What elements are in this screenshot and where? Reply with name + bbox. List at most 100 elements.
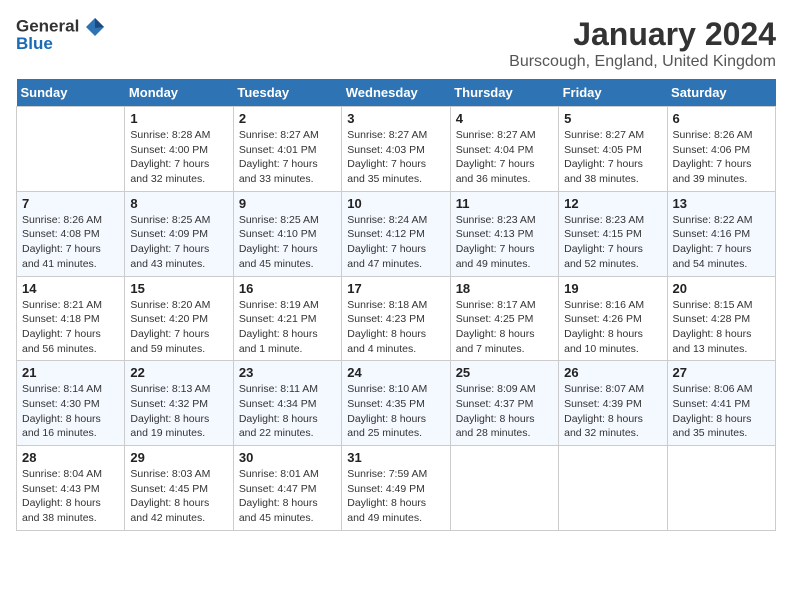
calendar-cell: 24 Sunrise: 8:10 AMSunset: 4:35 PMDayligh… [342,361,450,446]
day-number: 18 [456,281,553,296]
day-number: 22 [130,365,227,380]
day-number: 14 [22,281,119,296]
calendar-cell: 5Sunrise: 8:27 AMSunset: 4:05 PMDaylight… [559,107,667,192]
day-number: 2 [239,111,336,126]
day-number: 30 [239,450,336,465]
calendar-cell: 7 Sunrise: 8:26 AMSunset: 4:08 PMDaylight… [17,191,125,276]
day-detail: Sunrise: 8:18 AMSunset: 4:23 PMDaylight:… [347,298,444,357]
calendar-cell: 6 Sunrise: 8:26 AMSunset: 4:06 PMDaylight… [667,107,775,192]
calendar-cell: 27Sunrise: 8:06 AMSunset: 4:41 PMDayligh… [667,361,775,446]
day-number: 7 [22,196,119,211]
day-number: 16 [239,281,336,296]
day-detail: Sunrise: 8:13 AMSunset: 4:32 PMDaylight:… [130,382,227,441]
day-detail: Sunrise: 8:09 AMSunset: 4:37 PMDaylight:… [456,382,553,441]
day-detail: Sunrise: 8:26 AMSunset: 4:08 PMDaylight:… [22,213,119,272]
day-detail: Sunrise: 8:22 AMSunset: 4:16 PMDaylight:… [673,213,770,272]
day-detail: Sunrise: 8:15 AMSunset: 4:28 PMDaylight:… [673,298,770,357]
calendar-cell: 29 Sunrise: 8:03 AMSunset: 4:45 PMDayligh… [125,446,233,531]
day-detail: Sunrise: 8:17 AMSunset: 4:25 PMDaylight:… [456,298,553,357]
calendar-cell: 18 Sunrise: 8:17 AMSunset: 4:25 PMDayligh… [450,276,558,361]
day-number: 15 [130,281,227,296]
logo-blue [79,16,106,35]
location-title: Burscough, England, United Kingdom [509,53,776,71]
day-detail: Sunrise: 8:04 AMSunset: 4:43 PMDaylight:… [22,467,119,526]
day-number: 21 [22,365,119,380]
day-detail: Sunrise: 8:28 AMSunset: 4:00 PMDaylight:… [130,128,227,187]
day-detail: Sunrise: 8:06 AMSunset: 4:41 PMDaylight:… [673,382,770,441]
calendar-table: SundayMondayTuesdayWednesdayThursdayFrid… [16,79,776,531]
calendar-cell: 22 Sunrise: 8:13 AMSunset: 4:32 PMDayligh… [125,361,233,446]
weekday-header-tuesday: Tuesday [233,79,341,107]
day-number: 31 [347,450,444,465]
day-number: 9 [239,196,336,211]
calendar-cell: 3Sunrise: 8:27 AMSunset: 4:03 PMDaylight… [342,107,450,192]
day-detail: Sunrise: 8:27 AMSunset: 4:01 PMDaylight:… [239,128,336,187]
weekday-header-monday: Monday [125,79,233,107]
day-detail: Sunrise: 8:23 AMSunset: 4:13 PMDaylight:… [456,213,553,272]
day-detail: Sunrise: 8:26 AMSunset: 4:06 PMDaylight:… [673,128,770,187]
calendar-cell: 30 Sunrise: 8:01 AMSunset: 4:47 PMDayligh… [233,446,341,531]
calendar-cell: 4Sunrise: 8:27 AMSunset: 4:04 PMDaylight… [450,107,558,192]
weekday-header-sunday: Sunday [17,79,125,107]
calendar-week-row: 7 Sunrise: 8:26 AMSunset: 4:08 PMDaylight… [17,191,776,276]
day-number: 24 [347,365,444,380]
day-number: 8 [130,196,227,211]
day-detail: Sunrise: 8:10 AMSunset: 4:35 PMDaylight:… [347,382,444,441]
day-number: 19 [564,281,661,296]
day-number: 28 [22,450,119,465]
calendar-cell: 11 Sunrise: 8:23 AMSunset: 4:13 PMDayligh… [450,191,558,276]
calendar-cell: 20 Sunrise: 8:15 AMSunset: 4:28 PMDayligh… [667,276,775,361]
day-detail: Sunrise: 8:24 AMSunset: 4:12 PMDaylight:… [347,213,444,272]
day-number: 20 [673,281,770,296]
calendar-cell: 16 Sunrise: 8:19 AMSunset: 4:21 PMDayligh… [233,276,341,361]
day-detail: Sunrise: 8:01 AMSunset: 4:47 PMDaylight:… [239,467,336,526]
calendar-cell: 15 Sunrise: 8:20 AMSunset: 4:20 PMDayligh… [125,276,233,361]
month-title: January 2024 [509,16,776,53]
calendar-cell: 31 Sunrise: 7:59 AMSunset: 4:49 PMDayligh… [342,446,450,531]
calendar-cell: 10 Sunrise: 8:24 AMSunset: 4:12 PMDayligh… [342,191,450,276]
calendar-cell: 19 Sunrise: 8:16 AMSunset: 4:26 PMDayligh… [559,276,667,361]
calendar-cell: 13 Sunrise: 8:22 AMSunset: 4:16 PMDayligh… [667,191,775,276]
logo-general: General [16,16,79,35]
calendar-cell: 1 Sunrise: 8:28 AMSunset: 4:00 PMDaylight… [125,107,233,192]
day-number: 29 [130,450,227,465]
calendar-week-row: 14 Sunrise: 8:21 AMSunset: 4:18 PMDayligh… [17,276,776,361]
day-detail: Sunrise: 8:03 AMSunset: 4:45 PMDaylight:… [130,467,227,526]
weekday-header-row: SundayMondayTuesdayWednesdayThursdayFrid… [17,79,776,107]
day-number: 6 [673,111,770,126]
day-number: 17 [347,281,444,296]
weekday-header-wednesday: Wednesday [342,79,450,107]
calendar-cell: 21 Sunrise: 8:14 AMSunset: 4:30 PMDayligh… [17,361,125,446]
day-detail: Sunrise: 8:11 AMSunset: 4:34 PMDaylight:… [239,382,336,441]
day-number: 4 [456,111,553,126]
title-block: January 2024 Burscough, England, United … [509,16,776,71]
day-detail: Sunrise: 8:07 AMSunset: 4:39 PMDaylight:… [564,382,661,441]
calendar-cell: 26 Sunrise: 8:07 AMSunset: 4:39 PMDayligh… [559,361,667,446]
calendar-cell [559,446,667,531]
day-detail: Sunrise: 8:23 AMSunset: 4:15 PMDaylight:… [564,213,661,272]
day-number: 1 [130,111,227,126]
day-number: 10 [347,196,444,211]
day-detail: Sunrise: 8:20 AMSunset: 4:20 PMDaylight:… [130,298,227,357]
day-detail: Sunrise: 8:21 AMSunset: 4:18 PMDaylight:… [22,298,119,357]
day-number: 25 [456,365,553,380]
day-number: 26 [564,365,661,380]
calendar-cell: 25 Sunrise: 8:09 AMSunset: 4:37 PMDayligh… [450,361,558,446]
day-detail: Sunrise: 8:16 AMSunset: 4:26 PMDaylight:… [564,298,661,357]
calendar-cell [667,446,775,531]
calendar-week-row: 1 Sunrise: 8:28 AMSunset: 4:00 PMDaylight… [17,107,776,192]
calendar-cell: 9Sunrise: 8:25 AMSunset: 4:10 PMDaylight… [233,191,341,276]
day-number: 11 [456,196,553,211]
day-detail: Sunrise: 8:19 AMSunset: 4:21 PMDaylight:… [239,298,336,357]
day-detail: Sunrise: 8:27 AMSunset: 4:03 PMDaylight:… [347,128,444,187]
calendar-cell: 8Sunrise: 8:25 AMSunset: 4:09 PMDaylight… [125,191,233,276]
day-number: 23 [239,365,336,380]
calendar-cell: 2 Sunrise: 8:27 AMSunset: 4:01 PMDaylight… [233,107,341,192]
day-detail: Sunrise: 7:59 AMSunset: 4:49 PMDaylight:… [347,467,444,526]
day-detail: Sunrise: 8:27 AMSunset: 4:05 PMDaylight:… [564,128,661,187]
day-detail: Sunrise: 8:14 AMSunset: 4:30 PMDaylight:… [22,382,119,441]
calendar-cell [17,107,125,192]
calendar-week-row: 21 Sunrise: 8:14 AMSunset: 4:30 PMDayligh… [17,361,776,446]
calendar-cell: 14 Sunrise: 8:21 AMSunset: 4:18 PMDayligh… [17,276,125,361]
day-number: 13 [673,196,770,211]
